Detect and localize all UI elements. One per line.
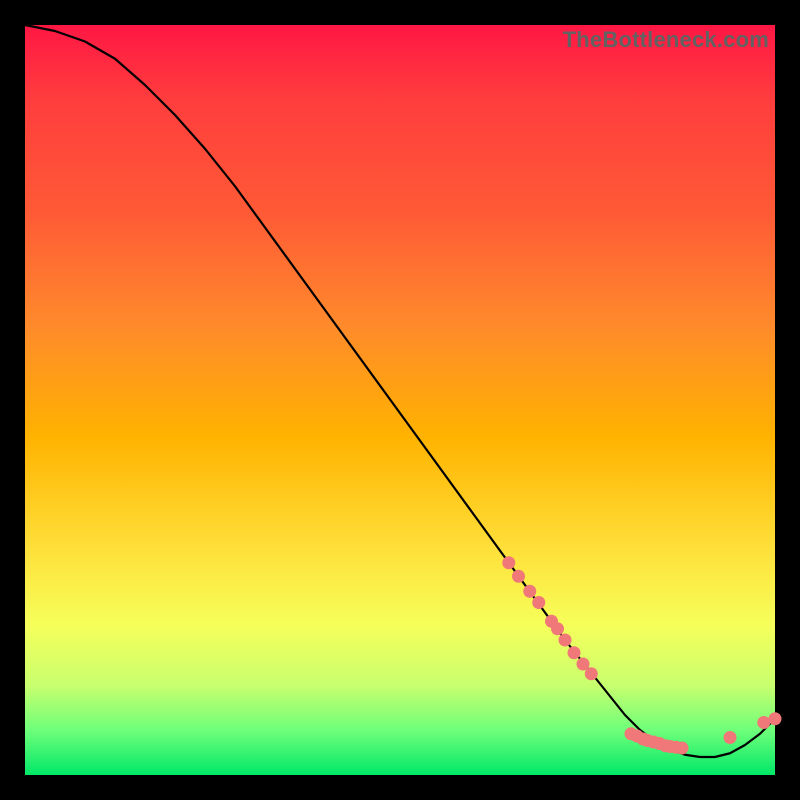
curve-marker [523, 585, 536, 598]
chart-stage: TheBottleneck.com [0, 0, 800, 800]
curve-marker [512, 570, 525, 583]
bottleneck-curve-path [25, 25, 775, 757]
curve-marker [551, 622, 564, 635]
curve-marker [532, 596, 545, 609]
curve-marker [724, 731, 737, 744]
curve-markers [502, 556, 781, 754]
curve-marker [676, 742, 689, 755]
curve-marker [559, 634, 572, 647]
curve-marker [502, 556, 515, 569]
curve-marker [585, 667, 598, 680]
chart-svg [25, 25, 775, 775]
curve-marker [769, 712, 782, 725]
plot-area: TheBottleneck.com [25, 25, 775, 775]
curve-marker [568, 646, 581, 659]
curve-marker [757, 716, 770, 729]
